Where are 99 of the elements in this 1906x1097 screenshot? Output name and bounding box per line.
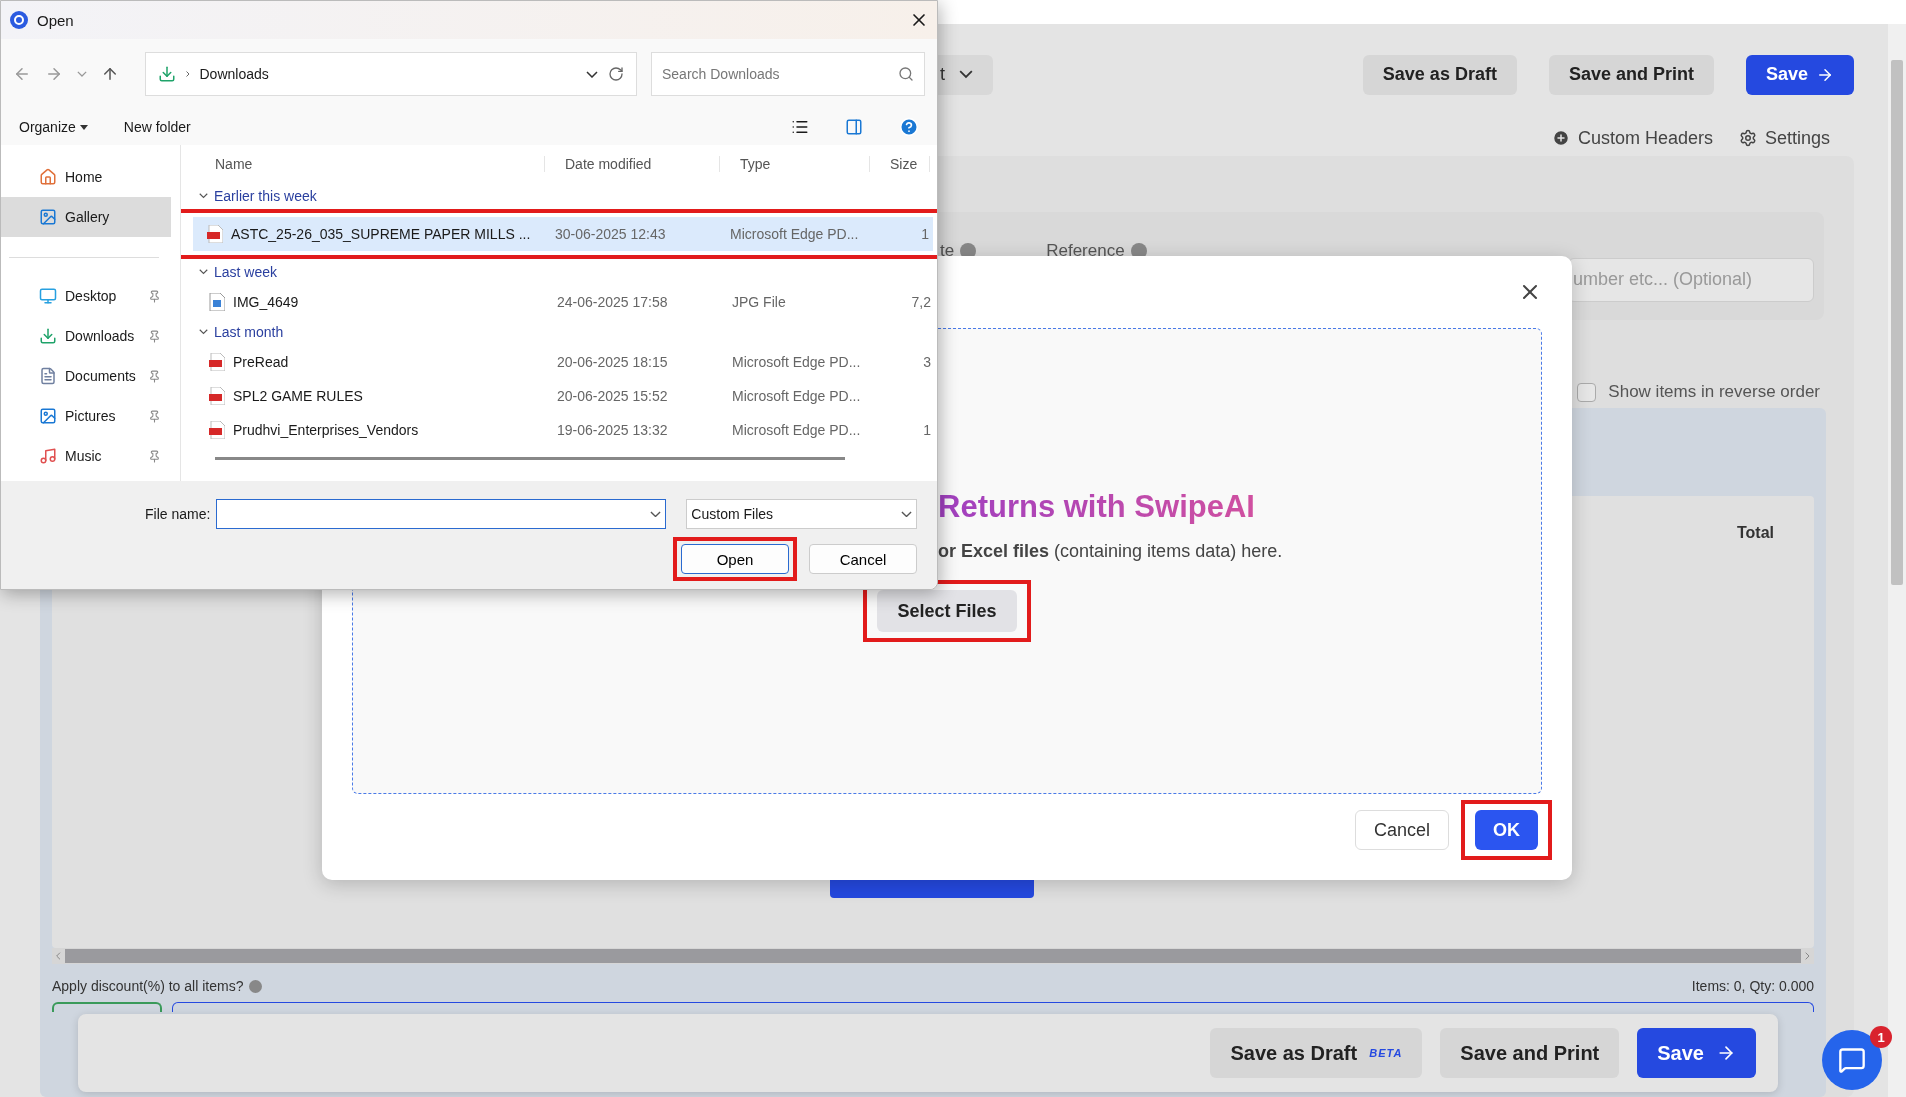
file-type: Microsoft Edge PD... [732, 422, 861, 438]
sidebar-item[interactable]: Music [1, 436, 171, 476]
checkbox[interactable] [1577, 382, 1597, 402]
file-size: 7,2 [911, 294, 932, 310]
chevron-down-icon [199, 193, 208, 199]
file-date: 19-06-2025 13:32 [557, 422, 668, 438]
checkbox-label: Show items in reverse order [1608, 382, 1820, 402]
scroll-left-icon [56, 952, 61, 960]
image-file-icon [209, 293, 225, 311]
download-icon [158, 65, 176, 83]
file-row[interactable]: ASTC_25-26_035_SUPREME PAPER MILLS ... 30-06-2025 12:43 Microsoft Edge PD... 1 [193, 217, 933, 251]
pdf-file-icon [209, 387, 225, 405]
chevron-right-icon [186, 71, 190, 77]
view-icon[interactable] [791, 118, 809, 136]
file-size: 3 [923, 354, 932, 370]
file-name: ASTC_25-26_035_SUPREME PAPER MILLS ... [231, 226, 531, 242]
action-button[interactable]: Save and Print [1440, 1028, 1620, 1078]
back-icon [13, 65, 31, 83]
chevron-down-icon [901, 510, 912, 518]
file-name: IMG_4649 [233, 294, 299, 310]
cancel-button[interactable]: Cancel [1354, 810, 1449, 850]
chevron-down-icon [650, 510, 662, 518]
input-field[interactable] [172, 1002, 1814, 1012]
file-date: 30-06-2025 12:43 [555, 226, 666, 242]
action-button[interactable]: Save as Draft BETA [1210, 1028, 1423, 1078]
preview-pane-icon[interactable] [845, 118, 863, 136]
dropdown-arrow-icon [79, 124, 88, 130]
items-summary: Items: 0, Qty: 0.000 [1691, 978, 1814, 994]
sidebar-item[interactable]: Documents [1, 356, 171, 396]
header-link[interactable]: Custom Headers [1551, 120, 1713, 156]
file-type: Microsoft Edge PD... [732, 354, 861, 370]
save-button[interactable]: Save [1637, 1028, 1756, 1078]
sidebar-item[interactable]: Gallery [1, 197, 171, 237]
action-button[interactable]: Save and Print [1548, 54, 1714, 95]
column-header[interactable]: Name [195, 156, 545, 172]
pin-icon [148, 329, 161, 343]
file-type: Microsoft Edge PD... [730, 226, 859, 242]
file-name: PreRead [233, 354, 289, 370]
horizontal-scrollbar[interactable] [52, 948, 1814, 964]
command-button[interactable]: Organize [19, 119, 88, 135]
pdf-file-icon [209, 353, 225, 371]
up-icon [101, 65, 119, 83]
pin-icon [148, 449, 161, 463]
search-icon [898, 66, 914, 82]
file-date: 20-06-2025 18:15 [557, 354, 668, 370]
discount-field[interactable] [52, 1002, 162, 1012]
column-header[interactable]: Size [870, 156, 930, 172]
pin-icon [148, 369, 161, 383]
pin-icon [148, 289, 161, 303]
chevron-down-icon [586, 70, 598, 78]
ok-button[interactable]: OK [1475, 810, 1538, 850]
address-bar[interactable]: Downloads [145, 52, 637, 96]
group-header[interactable]: Last week [195, 259, 937, 285]
plus-icon [1551, 129, 1570, 147]
sidebar-item[interactable]: Desktop [1, 276, 171, 316]
pin-icon [148, 409, 161, 423]
sidebar-item[interactable]: Home [1, 157, 171, 197]
scroll-right-icon [1805, 952, 1810, 960]
chevron-down-icon [199, 329, 208, 335]
file-type: JPG File [732, 294, 786, 310]
chevron-down-icon [959, 70, 973, 79]
file-type: Microsoft Edge PD... [732, 388, 861, 404]
save-button[interactable]: Save [1745, 54, 1854, 95]
pdf-file-icon [209, 421, 225, 439]
sidebar-item[interactable]: Pictures [1, 396, 171, 436]
file-size: 1 [921, 226, 930, 242]
field-label: te [940, 241, 955, 261]
group-header[interactable]: Earlier this week [195, 183, 937, 209]
forward-icon [45, 65, 63, 83]
file-name-label: File name: [145, 506, 211, 522]
chat-icon [1838, 1046, 1866, 1074]
column-header[interactable]: Type [720, 156, 870, 172]
file-name-field[interactable] [216, 499, 667, 529]
pdf-file-icon [207, 225, 223, 243]
column-header[interactable]: Date modified [545, 156, 720, 172]
sidebar-item[interactable]: Downloads [1, 316, 171, 356]
settings-icon [1738, 129, 1757, 147]
open-button[interactable]: Open [681, 544, 789, 574]
header-link[interactable]: Settings [1738, 120, 1830, 156]
file-size: 1 [923, 422, 932, 438]
chevron-down-icon [199, 269, 208, 275]
file-row[interactable]: IMG_4649 24-06-2025 17:58 JPG File 7,2 [195, 285, 935, 319]
chevron-down-icon [77, 71, 87, 77]
dialog-title: Open [37, 11, 75, 29]
discount-label: Apply discount(%) to all items? [52, 978, 244, 994]
field-label: Reference [1046, 241, 1125, 261]
command-button[interactable]: New folder [123, 119, 191, 135]
refresh-icon [608, 66, 624, 82]
action-button[interactable]: Save as Draft [1362, 54, 1517, 95]
app-icon [9, 10, 29, 30]
column-header: Total [1736, 524, 1774, 542]
cancel-button[interactable]: Cancel [809, 544, 917, 574]
file-date: 24-06-2025 17:58 [557, 294, 668, 310]
modal-description: or Excel files (containing items data) here. [938, 541, 1283, 562]
file-date: 20-06-2025 15:52 [557, 388, 668, 404]
search-field[interactable]: Search Downloads [651, 52, 925, 96]
file-type-select[interactable]: Custom Files [686, 499, 917, 529]
scrollbar-thumb[interactable] [1891, 60, 1903, 585]
select-files-button[interactable]: Select Files [877, 590, 1017, 632]
